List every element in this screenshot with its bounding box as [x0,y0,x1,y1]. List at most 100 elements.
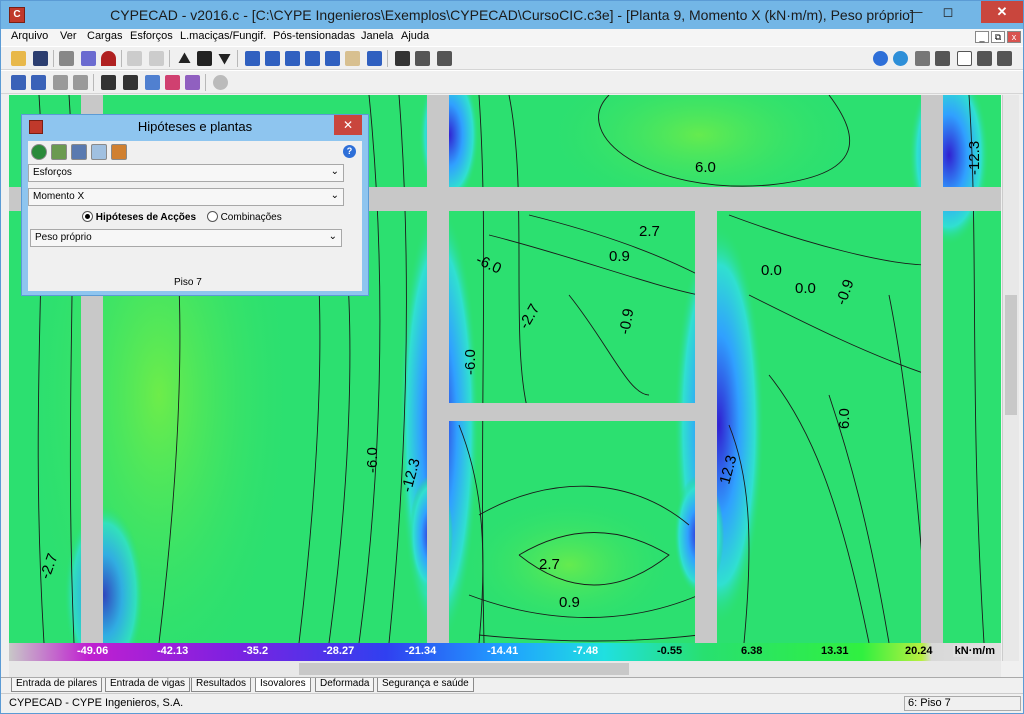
pencil-icon[interactable] [185,75,200,90]
color-legend: -49.06 -42.13 -35.2 -28.27 -21.34 -14.41… [9,643,1001,661]
view-icon[interactable] [367,51,382,66]
mdi-minimize-button[interactable]: _ [975,31,989,43]
legend-value: 20.24 [905,645,933,657]
legend-unit: kN·m/m [952,645,997,657]
panel-title: Hipóteses e plantas [137,119,253,134]
result-type-select[interactable]: Esforços ⌄ [28,164,344,182]
new-document-icon[interactable] [957,51,972,66]
binoculars-icon[interactable] [395,51,410,66]
tab-isovalores[interactable]: Isovalores [255,678,311,692]
save-icon[interactable] [33,51,48,66]
legend-value: -21.34 [405,645,437,657]
hypotheses-panel[interactable]: Hipóteses e plantas ✕ ? Esforços ⌄ Moment… [21,114,369,296]
menu-ver[interactable]: Ver [60,30,77,42]
panel-close-button[interactable]: ✕ [334,115,362,135]
redo-icon[interactable] [149,51,164,66]
contours-icon[interactable] [51,144,67,160]
zoom-previous-icon[interactable] [305,51,320,66]
contour-label: 0.9 [609,248,630,265]
view-type-icon[interactable] [31,144,47,160]
zoom-icon[interactable] [325,51,340,66]
result-component-select[interactable]: Momento X ⌄ [28,188,344,206]
undo-icon[interactable] [127,51,142,66]
legend-value: -49.06 [77,645,109,657]
menu-arquivo[interactable]: Arquivo [11,30,48,42]
list-icon[interactable] [977,51,992,66]
print-icon[interactable] [59,51,74,66]
contour-label: -12.3 [966,141,983,175]
secondary-toolbar [1,70,1023,94]
tab-entrada-vigas[interactable]: Entrada de vigas [105,678,191,692]
radio-selected-icon[interactable] [82,211,93,222]
eye-icon[interactable] [213,75,228,90]
zoom-extents-icon[interactable] [285,51,300,66]
mdi-close-button[interactable]: x [1007,31,1021,43]
export-icon[interactable] [81,51,96,66]
settings-icon[interactable] [915,51,930,66]
tab-seguranca-saude[interactable]: Segurança e saúde [377,678,474,692]
floor-up-icon[interactable] [178,52,191,63]
title-bar[interactable]: C CYPECAD - v2016.c - [C:\CYPE Ingeniero… [1,1,1023,29]
menu-ajuda[interactable]: Ajuda [401,30,429,42]
chevron-down-icon: ⌄ [328,231,337,242]
dimension-icon[interactable] [437,51,452,66]
chevron-down-icon: ⌄ [330,190,339,201]
menu-bar: Arquivo Ver Cargas Esforços L.maciças/Fu… [1,29,1023,47]
web-icon[interactable] [893,51,908,66]
legend-value: -28.27 [323,645,355,657]
main-toolbar [1,46,1023,70]
mesh-icon[interactable] [123,75,138,90]
pan-hand-icon[interactable] [345,51,360,66]
close-button[interactable]: ✕ [981,1,1023,23]
tab-deformada[interactable]: Deformada [315,678,375,692]
radio-combinacoes[interactable]: Combinações [206,211,282,223]
radio-hipoteses[interactable]: Hipóteses de Acções [82,211,196,223]
contour-label: -6.0 [462,349,479,375]
menu-lmacicas[interactable]: L.maciças/Fungif. [180,30,266,42]
open-icon[interactable] [11,51,26,66]
maximize-button[interactable]: ◻ [933,1,963,23]
legend-value: 13.31 [821,645,849,657]
legend-value: 6.38 [741,645,763,657]
mdi-restore-button[interactable]: ⧉ [991,31,1005,43]
search-icon[interactable] [91,144,107,160]
zoom-window-icon[interactable] [265,51,280,66]
load-case-select[interactable]: Peso próprio ⌄ [30,229,342,247]
tools-icon[interactable] [935,51,950,66]
redraw-icon[interactable] [245,51,260,66]
menu-pos-tensionadas[interactable]: Pós-tensionadas [273,30,355,42]
tab-resultados[interactable]: Resultados [191,678,252,692]
magnet-icon[interactable] [101,51,116,66]
horizontal-scrollbar[interactable] [9,661,1001,677]
scroll-thumb[interactable] [299,663,629,675]
results-icon[interactable] [11,75,26,90]
menu-janela[interactable]: Janela [361,30,393,42]
status-text: CYPECAD - CYPE Ingenieros, S.A. [9,697,184,709]
status-floor: 6: Piso 7 [904,696,1021,711]
grid-icon[interactable] [101,75,116,90]
slab-results-icon[interactable] [53,75,68,90]
scroll-thumb[interactable] [1005,295,1017,415]
menu-cargas[interactable]: Cargas [87,30,122,42]
floor-select-icon[interactable] [197,51,212,66]
report-icon[interactable] [997,51,1012,66]
tab-entrada-pilares[interactable]: Entrada de pilares [11,678,103,692]
panel-floor-label: Piso 7 [174,277,202,288]
envelope-icon[interactable] [73,75,88,90]
axes-icon[interactable] [415,51,430,66]
panel-help-icon[interactable]: ? [343,145,356,158]
minimize-button[interactable]: — [901,1,931,23]
map-icon[interactable] [71,144,87,160]
contour-label: 0.9 [559,594,580,611]
settings-icon[interactable] [111,144,127,160]
help-icon[interactable] [873,51,888,66]
menu-esforcos[interactable]: Esforços [130,30,173,42]
deflection-icon[interactable] [165,75,180,90]
contour-label: 0.0 [795,280,816,297]
vertical-scrollbar[interactable] [1002,95,1019,661]
legend-value: -42.13 [157,645,189,657]
radio-unselected-icon[interactable] [206,211,218,222]
floor-down-icon[interactable] [218,54,231,65]
beam-results-icon[interactable] [31,75,46,90]
loads-icon[interactable] [145,75,160,90]
